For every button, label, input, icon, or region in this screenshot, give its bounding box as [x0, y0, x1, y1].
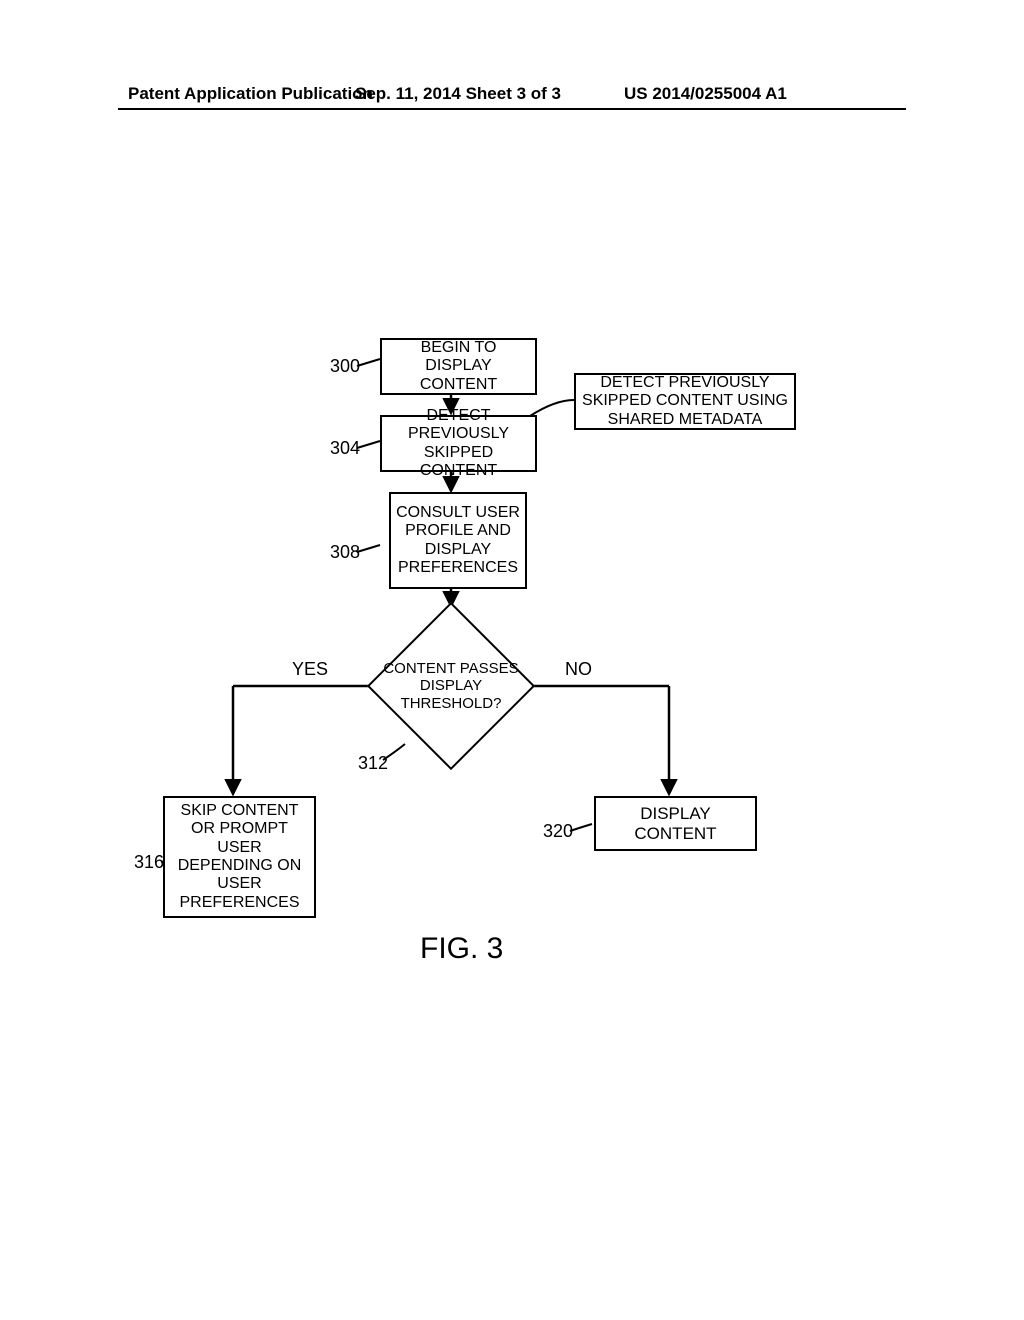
side-note-text: DETECT PREVIOUSLY SKIPPED CONTENT USING … — [580, 374, 790, 429]
flow-box-begin: BEGIN TO DISPLAY CONTENT — [380, 338, 537, 395]
flow-box-begin-text: BEGIN TO DISPLAY CONTENT — [386, 339, 531, 394]
flow-box-display-text: DISPLAY CONTENT — [600, 804, 751, 843]
flow-box-consult-text: CONSULT USER PROFILE AND DISPLAY PREFERE… — [395, 504, 521, 578]
flow-decision-threshold-text: CONTENT PASSES DISPLAY THRESHOLD? — [371, 606, 531, 766]
flow-box-detect-text: DETECT PREVIOUSLY SKIPPED CONTENT — [386, 407, 531, 481]
flow-box-display: DISPLAY CONTENT — [594, 796, 757, 851]
flow-box-detect: DETECT PREVIOUSLY SKIPPED CONTENT — [380, 415, 537, 472]
ref-304: 304 — [330, 438, 360, 459]
flow-box-consult: CONSULT USER PROFILE AND DISPLAY PREFERE… — [389, 492, 527, 589]
branch-no: NO — [565, 659, 592, 680]
side-note: DETECT PREVIOUSLY SKIPPED CONTENT USING … — [574, 373, 796, 430]
flow-box-skip-or-prompt-text: SKIP CONTENT OR PROMPT USER DEPENDING ON… — [169, 802, 310, 912]
flow-box-skip-or-prompt: SKIP CONTENT OR PROMPT USER DEPENDING ON… — [163, 796, 316, 918]
ref-300: 300 — [330, 356, 360, 377]
ref-312: 312 — [358, 753, 388, 774]
ref-316: 316 — [134, 852, 164, 873]
ref-308: 308 — [330, 542, 360, 563]
page: Patent Application Publication Sep. 11, … — [0, 0, 1024, 1320]
flow-decision-threshold: CONTENT PASSES DISPLAY THRESHOLD? — [371, 606, 531, 766]
ref-320: 320 — [543, 821, 573, 842]
branch-yes: YES — [292, 659, 328, 680]
figure-caption: FIG. 3 — [420, 932, 503, 966]
